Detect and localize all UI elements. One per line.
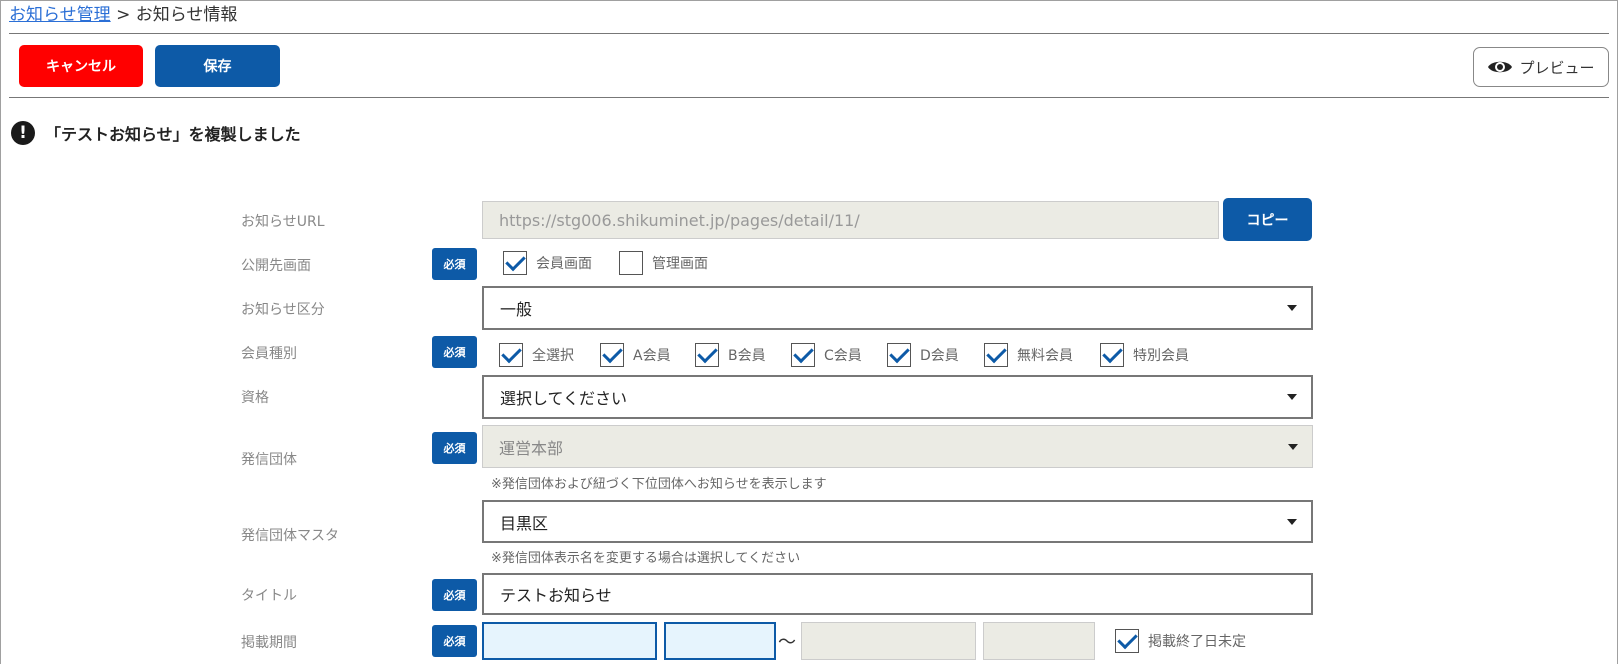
eye-icon: [1488, 61, 1513, 73]
category-label: お知らせ区分: [241, 302, 325, 318]
preview-button[interactable]: プレビュー: [1473, 47, 1609, 87]
checkbox-box[interactable]: [619, 251, 643, 275]
checkbox-box[interactable]: [984, 343, 1008, 367]
qualification-label: 資格: [241, 390, 269, 406]
sender-group-master-label: 発信団体マスタ: [241, 528, 339, 544]
checkbox-member-a[interactable]: A会員: [600, 343, 671, 367]
save-button[interactable]: 保存: [155, 45, 280, 87]
notice-text: 「テストお知らせ」を複製しました: [45, 125, 301, 144]
sender-group-master-hint: ※発信団体表示名を変更する場合は選択してください: [491, 551, 801, 566]
checkbox-free-member[interactable]: 無料会員: [984, 343, 1073, 367]
member-type-label: 会員種別: [241, 346, 297, 362]
checkbox-box[interactable]: [1100, 343, 1124, 367]
checkbox-member-d[interactable]: D会員: [887, 343, 959, 367]
sender-group-master-value: 目黒区: [500, 513, 549, 533]
checkbox-label: 会員画面: [536, 256, 592, 272]
divider: [9, 33, 1609, 34]
checkbox-admin-screen[interactable]: 管理画面: [619, 251, 708, 275]
checkbox-member-c[interactable]: C会員: [791, 343, 862, 367]
breadcrumb-separator: >: [116, 5, 131, 25]
breadcrumb: お知らせ管理 > お知らせ情報: [9, 4, 237, 26]
required-badge: 必須: [432, 432, 477, 464]
caret-down-icon: [1288, 443, 1298, 450]
title-input[interactable]: テストお知らせ: [482, 573, 1313, 615]
checkbox-label: 特別会員: [1133, 348, 1189, 364]
checkbox-label: 掲載終了日未定: [1148, 634, 1246, 650]
sender-group-select[interactable]: 運営本部: [482, 425, 1313, 468]
checkbox-select-all[interactable]: 全選択: [499, 343, 574, 367]
end-time-input[interactable]: [983, 622, 1095, 660]
preview-label: プレビュー: [1519, 58, 1595, 77]
checkbox-label: A会員: [633, 348, 671, 364]
sender-group-label: 発信団体: [241, 452, 297, 468]
breadcrumb-current: お知らせ情報: [135, 5, 238, 25]
exclamation-icon: !: [11, 121, 35, 145]
checkbox-label: 全選択: [532, 348, 574, 364]
checkbox-box[interactable]: [791, 343, 815, 367]
period-separator: 〜: [778, 632, 796, 653]
checkbox-box[interactable]: [499, 343, 523, 367]
period-label: 掲載期間: [241, 635, 297, 651]
checkbox-label: B会員: [728, 348, 766, 364]
checkbox-label: D会員: [920, 348, 959, 364]
publish-target-label: 公開先画面: [241, 258, 311, 274]
sender-group-master-select[interactable]: 目黒区: [482, 500, 1313, 543]
page-frame: [0, 0, 1618, 664]
end-date-input[interactable]: [801, 622, 976, 660]
qualification-select[interactable]: 選択してください: [482, 375, 1313, 419]
title-label: タイトル: [241, 588, 297, 604]
sender-group-value: 運営本部: [499, 438, 564, 458]
cancel-button[interactable]: キャンセル: [19, 45, 143, 87]
category-select[interactable]: 一般: [482, 286, 1313, 330]
caret-down-icon: [1287, 305, 1297, 311]
checkbox-label: C会員: [824, 348, 862, 364]
start-time-input[interactable]: [664, 622, 776, 660]
qualification-value: 選択してください: [500, 389, 628, 408]
checkbox-member-b[interactable]: B会員: [695, 343, 766, 367]
checkbox-no-end-date[interactable]: 掲載終了日未定: [1115, 629, 1246, 653]
required-badge: 必須: [432, 336, 477, 368]
duplicate-notice: ! 「テストお知らせ」を複製しました: [11, 121, 301, 145]
checkbox-box[interactable]: [887, 343, 911, 367]
url-label: お知らせURL: [241, 214, 325, 230]
start-date-input[interactable]: [482, 622, 657, 660]
required-badge: 必須: [432, 625, 477, 657]
checkbox-label: 管理画面: [652, 256, 708, 272]
copy-button[interactable]: コピー: [1223, 198, 1312, 241]
checkbox-special-member[interactable]: 特別会員: [1100, 343, 1189, 367]
checkbox-box[interactable]: [503, 251, 527, 275]
checkbox-member-screen[interactable]: 会員画面: [503, 251, 592, 275]
category-value: 一般: [500, 300, 533, 319]
checkbox-label: 無料会員: [1017, 348, 1073, 364]
required-badge: 必須: [432, 248, 477, 280]
checkbox-box[interactable]: [695, 343, 719, 367]
caret-down-icon: [1287, 518, 1297, 525]
caret-down-icon: [1287, 394, 1297, 400]
checkbox-box[interactable]: [1115, 629, 1139, 653]
divider: [9, 97, 1609, 98]
sender-group-hint: ※発信団体および紐づく下位団体へお知らせを表示します: [491, 477, 827, 492]
checkbox-box[interactable]: [600, 343, 624, 367]
breadcrumb-link-notice-management[interactable]: お知らせ管理: [9, 5, 111, 25]
required-badge: 必須: [432, 579, 477, 611]
url-field[interactable]: https://stg006.shikuminet.jp/pages/detai…: [482, 201, 1219, 239]
